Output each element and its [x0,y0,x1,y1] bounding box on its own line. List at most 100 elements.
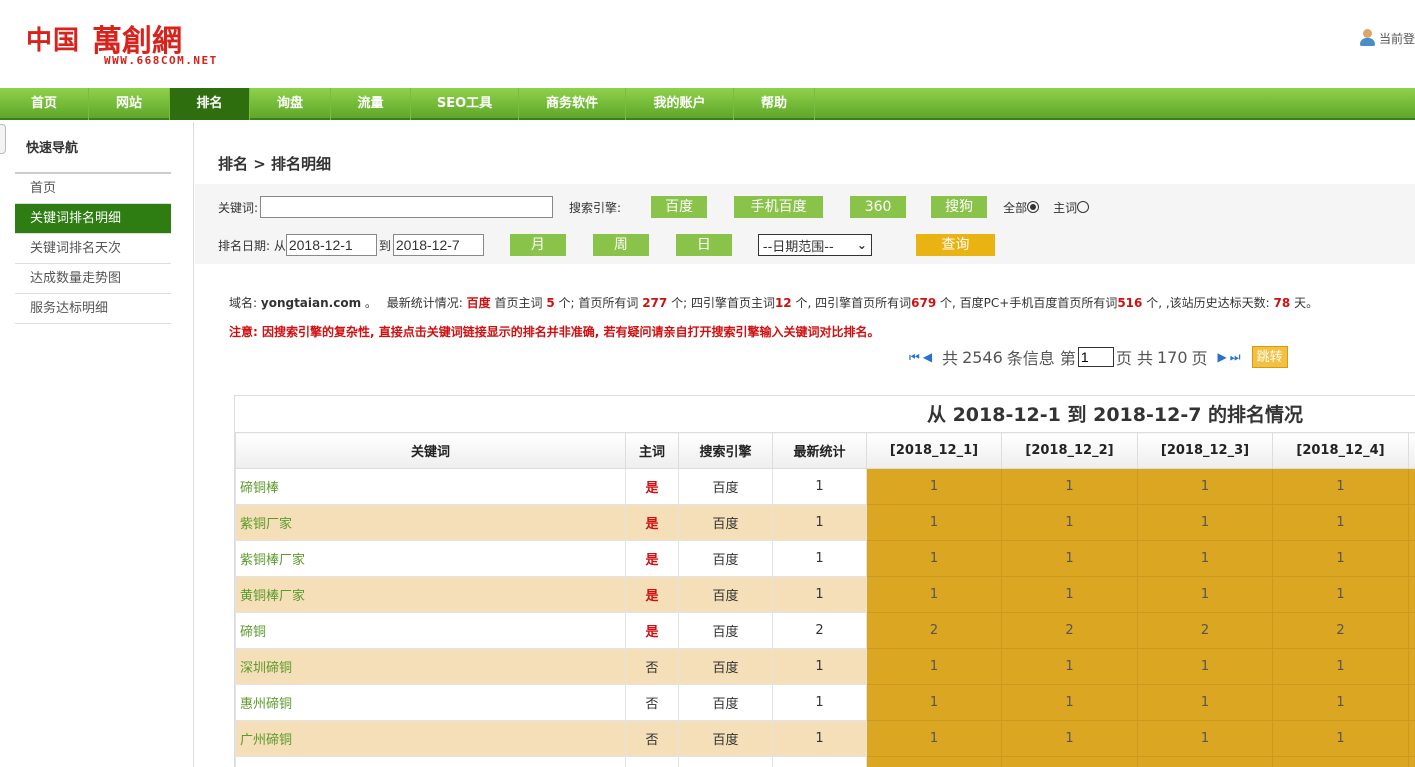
last-page-icon[interactable]: ⏭ [1230,350,1241,365]
engine-360-button[interactable]: 360 [850,196,907,218]
keyword-link[interactable]: 紫铜棒厂家 [235,540,626,577]
query-button[interactable]: 查询 [915,234,995,256]
rank-cell-more [1408,576,1415,613]
header: 中国 萬創網 WWW.668COM.NET 当前登 [0,0,1415,88]
period-month-button[interactable]: 月 [509,234,566,256]
engine-cell [678,756,773,767]
page-number-input[interactable] [1077,347,1114,367]
date-to-input[interactable] [392,234,484,256]
logo-china-text: 中国 [26,26,81,56]
table-row: 深圳碲铜否百度 1 1 1 1 1 [235,648,1415,685]
col-header-keyword: 关键词 [235,432,626,469]
date-from-input[interactable] [285,234,377,256]
main-content: 排名 > 排名明细 关键词: 搜索引擎: 百度 手机百度 360 搜狗 全部 主… [195,122,1415,767]
nav-item-ranking[interactable]: 排名 [170,88,250,120]
current-user-text: 当前登 [1378,31,1415,46]
nav-item-inquiry[interactable]: 询盘 [250,88,331,120]
user-area: 当前登 [1359,28,1415,48]
stats-value-4: 679 [911,296,937,310]
sidebar-item-service-detail[interactable]: 服务达标明细 [15,294,171,324]
notice-text: 注意: 因搜索引擎的复杂性, 直接点击关键词链接显示的排名并非准确, 若有疑问请… [229,325,880,339]
rank-cell: 1 [1001,684,1138,721]
nav-item-traffic[interactable]: 流量 [331,88,411,120]
rank-cell: 1 [1272,720,1409,757]
engine-sogou-button[interactable]: 搜狗 [931,196,988,218]
rank-cell-more [1408,612,1415,649]
keyword-input[interactable] [260,196,554,218]
rank-cell-more [1408,648,1415,685]
stats-engine: 百度 [466,296,491,310]
period-day-button[interactable]: 日 [675,234,732,256]
rank-cell-more [1408,504,1415,541]
first-page-icon[interactable]: ⏮ [909,350,920,365]
rank-cell: 1 [866,540,1002,577]
sidebar-collapse-handle[interactable] [0,124,6,154]
keyword-link[interactable]: 深圳碲铜 [235,648,626,685]
keyword-link[interactable]: 碲铜棒 [235,468,626,505]
nav-item-seo-tools[interactable]: SEO工具 [411,88,519,120]
pager-total-prefix: 共 [942,349,959,368]
latest-rank-cell: 1 [772,468,867,505]
engine-baidu-button[interactable]: 百度 [651,196,708,218]
stats-text-5: 个, 百度PC+手机百度首页所有词 [940,296,1118,310]
scope-main-label: 主词 [1053,200,1078,215]
nav-item-my-account[interactable]: 我的账户 [626,88,734,120]
stats-text-3: 个; 四引擎首页主词 [671,296,775,310]
date-range-select-value: --日期范围-- [762,239,834,255]
rank-cell: 1 [1001,576,1138,613]
sidebar-item-keyword-ranking-days[interactable]: 关键词排名天次 [15,234,171,264]
rank-cell [866,756,1002,767]
engine-label: 搜索引擎: [569,200,622,215]
scope-main-radio[interactable] [1077,201,1090,213]
nav-item-home[interactable]: 首页 [0,88,89,120]
nav-item-help[interactable]: 帮助 [734,88,815,120]
main-keyword-cell: 否 [625,720,679,757]
rank-cell: 1 [1137,648,1273,685]
engine-cell: 百度 [678,648,773,685]
keyword-link[interactable]: 紫铜厂家 [235,504,626,541]
nav-item-business-software[interactable]: 商务软件 [519,88,626,120]
nav-item-website[interactable]: 网站 [89,88,170,120]
sidebar-item-achievement-trend[interactable]: 达成数量走势图 [15,264,171,294]
sidebar-list: 首页 关键词排名明细 关键词排名天次 达成数量走势图 服务达标明细 [15,174,171,324]
stats-text-6: 个, ,该站历史达标天数: [1146,296,1270,310]
engine-cell: 百度 [678,612,773,649]
table-row: 惠州碲铜否百度 1 1 1 1 1 [235,684,1415,721]
next-page-icon[interactable]: ▶ [1218,350,1227,364]
stats-value-1: 5 [546,296,555,310]
rank-cell-more [1408,540,1415,577]
date-range-select[interactable]: --日期范围-- ⌄ [757,234,872,256]
main-keyword-cell: 否 [625,648,679,685]
rank-cell: 2 [1001,612,1138,649]
sidebar-item-home[interactable]: 首页 [15,174,171,204]
main-nav: 首页 网站 排名 询盘 流量 SEO工具 商务软件 我的账户 帮助 [0,88,1415,120]
engine-cell: 百度 [678,540,773,577]
rank-cell-more [1408,756,1415,767]
main-keyword-cell: 是 [625,576,679,613]
table-row: 紫铜厂家是百度 1 1 1 1 1 [235,504,1415,541]
user-icon [1359,29,1375,47]
latest-rank-cell: 1 [772,684,867,721]
site-logo[interactable]: 中国 萬創網 WWW.668COM.NET [26,16,266,72]
rank-cell: 1 [1137,684,1273,721]
latest-rank-cell: 1 [772,720,867,757]
keyword-link[interactable] [235,756,626,767]
ranking-table: 关键词 主词 搜索引擎 最新统计 [2018_12_1] [2018_12_2]… [235,432,1415,767]
keyword-link[interactable]: 惠州碲铜 [235,684,626,721]
engine-mobile-baidu-button[interactable]: 手机百度 [734,196,824,218]
keyword-link[interactable]: 广州碲铜 [235,720,626,757]
ranking-table-container: 从 2018-12-1 到 2018-12-7 的排名情况 关键词 主词 搜索引… [234,395,1415,767]
period-week-button[interactable]: 周 [592,234,649,256]
engine-cell: 百度 [678,576,773,613]
keyword-link[interactable]: 碲铜 [235,612,626,649]
jump-button[interactable]: 跳转 [1251,346,1288,368]
sidebar-item-keyword-ranking-detail[interactable]: 关键词排名明细 [15,204,171,234]
latest-rank-cell: 1 [772,648,867,685]
engine-cell: 百度 [678,504,773,541]
rank-cell: 1 [1001,504,1138,541]
col-header-date-1: [2018_12_1] [866,432,1002,469]
stats-sep: 。 [364,296,377,310]
keyword-link[interactable]: 黄铜棒厂家 [235,576,626,613]
prev-page-icon[interactable]: ◀ [923,350,932,364]
scope-all-radio[interactable] [1027,201,1040,213]
